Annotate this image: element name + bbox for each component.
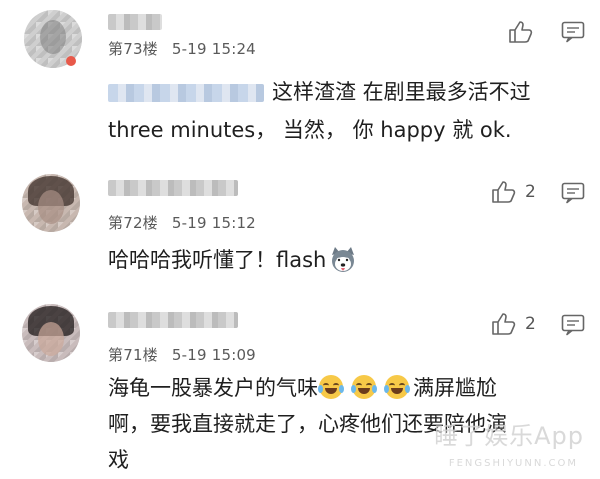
like-button[interactable]: 2 (491, 312, 536, 336)
like-button[interactable]: 2 (491, 180, 536, 204)
comment-line: three minutes， 当然， 你 happy 就 ok. (108, 118, 512, 142)
comment-time: 5-19 15:12 (171, 214, 256, 232)
comment-icon (561, 21, 585, 43)
comment-text: 这样渣渣 在剧里最多活不过 (272, 80, 531, 104)
thumbs-up-icon (509, 21, 533, 43)
comment-floor-73: 第73楼 5-19 15:24 这样渣渣 在剧里最多活不过 three minut… (0, 0, 600, 160)
avatar-badge (66, 56, 76, 66)
comment-line: 海龟一股暴发户的气味 满屏尴尬 (108, 372, 507, 404)
comment-icon (561, 314, 585, 336)
comment-meta: 第72楼 5-19 15:12 (108, 212, 256, 233)
tears-of-joy-emoji (384, 375, 410, 399)
comment-text: 海龟一股暴发户的气味 (108, 376, 318, 400)
comment-meta: 第71楼 5-19 15:09 (108, 344, 256, 365)
watermark-url: FENGSHIYUNN.COM (448, 458, 578, 469)
thumbs-up-icon (492, 181, 516, 203)
avatar[interactable] (22, 304, 80, 362)
thumbs-up-icon (492, 313, 516, 335)
comment-time: 5-19 15:24 (171, 40, 256, 58)
like-count: 2 (525, 182, 536, 202)
tears-of-joy-emoji (351, 375, 377, 399)
floor-number: 第72楼 (108, 214, 158, 232)
comment-line: 这样渣渣 在剧里最多活不过 (108, 76, 531, 108)
like-button[interactable] (508, 20, 534, 44)
like-count: 2 (525, 314, 536, 334)
comment-icon (561, 182, 585, 204)
comment-time: 5-19 15:09 (171, 346, 256, 364)
husky-emoji (328, 245, 358, 275)
floor-number: 第73楼 (108, 40, 158, 58)
comment-text: 哈哈哈我听懂了！flash (108, 248, 327, 272)
comment-body: 这样渣渣 在剧里最多活不过 three minutes， 当然， 你 happy… (108, 76, 531, 146)
username-pixelated[interactable] (108, 180, 238, 196)
reply-button[interactable] (561, 314, 585, 336)
comment-text: 满屏尴尬 (413, 376, 497, 400)
comment-floor-72: 第72楼 5-19 15:12 2 哈哈哈我听懂了！flash (0, 160, 600, 290)
watermark-logo: 睡了娱乐App (434, 422, 584, 450)
mention-pixelated[interactable] (108, 84, 264, 102)
comment-body: 哈哈哈我听懂了！flash (108, 244, 358, 276)
username-pixelated[interactable] (108, 312, 238, 328)
username-pixelated[interactable] (108, 14, 162, 30)
floor-number: 第71楼 (108, 346, 158, 364)
tears-of-joy-emoji (318, 375, 344, 399)
reply-button[interactable] (561, 182, 585, 204)
reply-button[interactable] (561, 21, 585, 43)
avatar[interactable] (22, 174, 80, 232)
comment-meta: 第73楼 5-19 15:24 (108, 38, 256, 59)
